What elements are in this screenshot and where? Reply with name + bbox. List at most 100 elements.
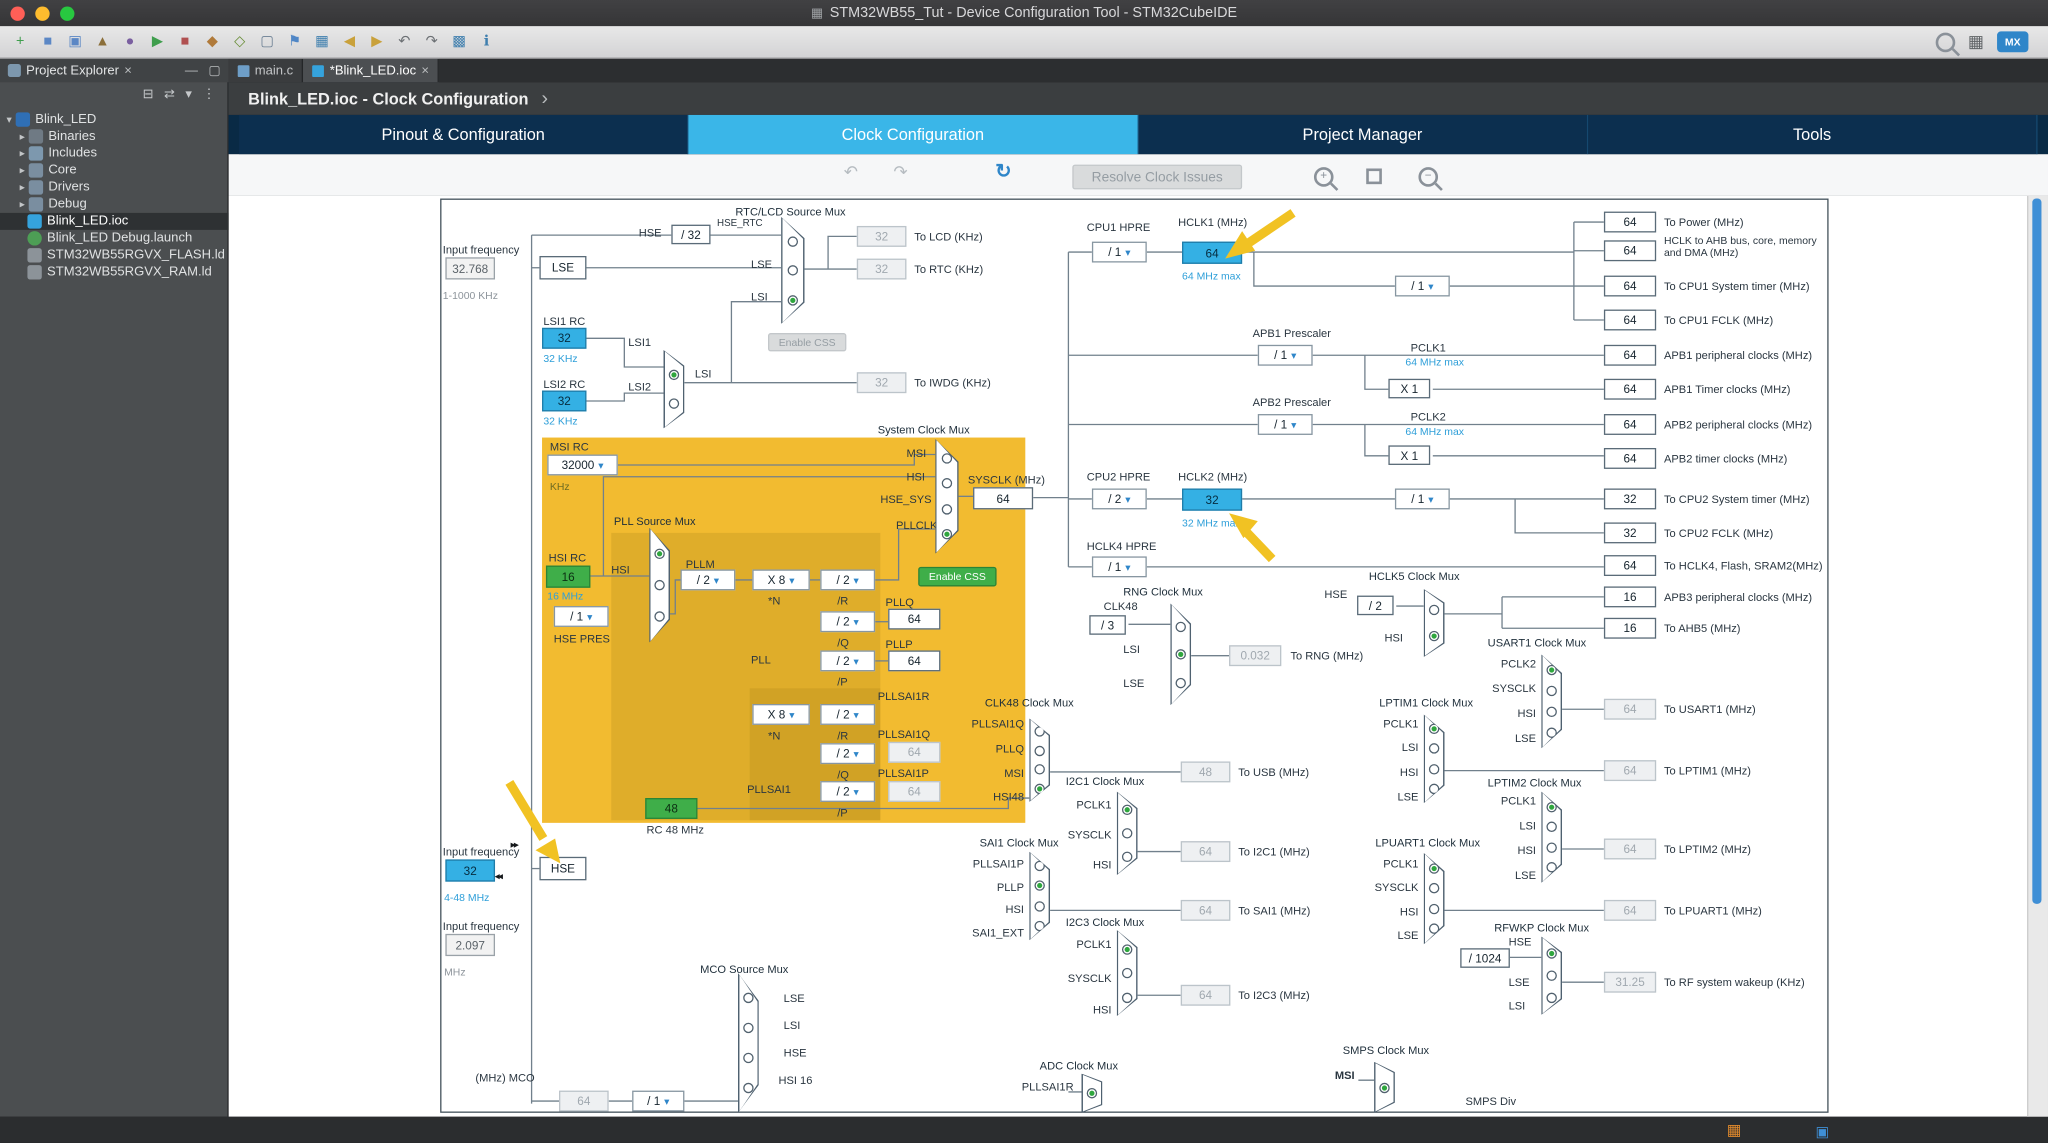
cpu1-systick-value[interactable]: 64 — [1604, 276, 1656, 297]
i2c3-out-value[interactable]: 64 — [1181, 985, 1231, 1006]
sysclk-value[interactable]: 64 — [973, 487, 1033, 509]
twisty-open-icon[interactable]: ▾ — [3, 114, 16, 126]
grid-icon[interactable]: ▦ — [310, 29, 335, 54]
apb1-timer-mult-box[interactable]: X 1 — [1388, 379, 1430, 399]
hclk4-value[interactable]: 64 — [1604, 555, 1656, 576]
redo-icon[interactable]: ↷ — [893, 162, 907, 183]
minimize-window-button[interactable] — [35, 6, 49, 20]
mux-radio[interactable] — [654, 611, 664, 621]
hse2-frequency-field[interactable]: 2.097 — [445, 934, 495, 956]
pllr-dropdown[interactable]: / 2 — [820, 569, 875, 590]
usb-out-value[interactable]: 48 — [1181, 761, 1231, 782]
tab-clock-configuration[interactable]: Clock Configuration — [689, 115, 1139, 154]
mco-out-value[interactable]: 64 — [559, 1091, 609, 1112]
zoom-fit-icon[interactable] — [1366, 168, 1382, 184]
lse-oscillator-box[interactable]: LSE — [539, 256, 586, 280]
mux-radio[interactable] — [1122, 828, 1132, 838]
mux-radio[interactable] — [1379, 1082, 1389, 1092]
mux-radio[interactable] — [1546, 822, 1556, 832]
minimize-view-icon[interactable]: — — [185, 63, 198, 77]
refresh-icon[interactable]: ↻ — [995, 159, 1011, 183]
mux-radio[interactable] — [743, 1053, 753, 1063]
mux-radio[interactable] — [1429, 883, 1439, 893]
mux-radio[interactable] — [1429, 904, 1439, 914]
cpu1-systick-divider-dropdown[interactable]: / 1 — [1395, 276, 1450, 297]
cpu2-fclk-value[interactable]: 32 — [1604, 522, 1656, 543]
mux-radio[interactable] — [1122, 944, 1132, 954]
zoom-in-icon[interactable]: + — [1314, 167, 1334, 187]
run-icon[interactable]: ▶ — [145, 29, 170, 54]
pllp-value[interactable]: 64 — [888, 650, 940, 671]
mux-radio[interactable] — [1034, 881, 1044, 891]
vertical-scrollbar[interactable] — [2027, 196, 2048, 1117]
rfwkp-out-value[interactable]: 31.25 — [1604, 972, 1656, 993]
mux-radio[interactable] — [942, 529, 952, 539]
mux-radio[interactable] — [942, 479, 952, 489]
pllsai1-p-dropdown[interactable]: / 2 — [820, 781, 875, 802]
hse-oscillator-box[interactable]: HSE — [539, 857, 586, 881]
cpu2-systick-divider-dropdown[interactable]: / 1 — [1395, 488, 1450, 509]
tree-item-project[interactable]: ▾ Blink_LED — [0, 111, 229, 128]
hclk5-divider-box[interactable]: / 2 — [1357, 596, 1394, 616]
flag-icon[interactable]: ⚑ — [282, 29, 307, 54]
twisty-closed-icon[interactable]: ▸ — [16, 131, 29, 143]
mux-radio[interactable] — [788, 236, 798, 246]
pllsai1p-value[interactable]: 64 — [888, 781, 940, 802]
mux-radio[interactable] — [1546, 686, 1556, 696]
hclk1-value[interactable]: 64 — [1182, 242, 1242, 264]
hse-pres-dropdown[interactable]: / 1 — [554, 606, 609, 627]
lptim1-out-value[interactable]: 64 — [1604, 760, 1656, 781]
lcd-clock-value[interactable]: 32 — [857, 226, 907, 247]
mux-radio[interactable] — [1034, 901, 1044, 911]
new-icon[interactable]: + — [8, 30, 33, 55]
pllsai1q-value[interactable]: 64 — [888, 742, 940, 763]
mux-radio[interactable] — [788, 265, 798, 275]
mux-radio[interactable] — [1176, 677, 1186, 687]
mux-radio[interactable] — [788, 295, 798, 305]
close-window-button[interactable] — [10, 6, 24, 20]
search-icon[interactable] — [1935, 32, 1955, 52]
lsi1-frequency-box[interactable]: 32 — [542, 328, 586, 349]
build-icon[interactable]: ▲ — [90, 30, 115, 55]
to-power-value[interactable]: 64 — [1604, 212, 1656, 233]
rfwkp-divider-box[interactable]: / 1024 — [1460, 948, 1510, 968]
tree-item-ram-ld[interactable]: STM32WB55RGVX_RAM.ld — [0, 264, 229, 281]
maximize-view-icon[interactable]: ▢ — [208, 63, 220, 77]
mux-radio[interactable] — [1546, 970, 1556, 980]
mux-radio[interactable] — [1429, 631, 1439, 641]
pllq-dropdown[interactable]: / 2 — [820, 611, 875, 632]
lsi2-frequency-box[interactable]: 32 — [542, 391, 586, 412]
mux-radio[interactable] — [1176, 621, 1186, 631]
new-file-icon[interactable]: ▢ — [255, 29, 280, 54]
tree-item-blink-led-ioc[interactable]: Blink_LED.ioc — [0, 213, 229, 230]
hclk-ahb-value[interactable]: 64 — [1604, 240, 1656, 261]
collapse-all-icon[interactable]: ⊟ — [143, 87, 154, 101]
chip-icon[interactable]: ▩ — [447, 29, 472, 54]
apb2-prescaler-dropdown[interactable]: / 1 — [1258, 414, 1313, 435]
pllq-value[interactable]: 64 — [888, 609, 940, 630]
mux-radio[interactable] — [669, 399, 679, 409]
twisty-closed-icon[interactable]: ▸ — [16, 182, 29, 194]
close-view-icon[interactable]: × — [124, 63, 132, 77]
mux-radio[interactable] — [1122, 992, 1132, 1002]
pllsai1-n-dropdown[interactable]: X 8 — [752, 704, 809, 725]
tree-item-core[interactable]: ▸ Core — [0, 162, 229, 179]
rc48-frequency-box[interactable]: 48 — [645, 798, 697, 819]
twisty-closed-icon[interactable]: ▸ — [16, 199, 29, 211]
mux-radio[interactable] — [1429, 605, 1439, 615]
scrollbar-thumb[interactable] — [2032, 199, 2041, 904]
profile-icon[interactable]: ◆ — [200, 29, 225, 54]
editor-tab-blink-led-ioc[interactable]: *Blink_LED.ioc × — [304, 59, 440, 83]
mux-radio[interactable] — [743, 1083, 753, 1093]
plln-dropdown[interactable]: X 8 — [752, 569, 809, 590]
apb1-prescaler-dropdown[interactable]: / 1 — [1258, 345, 1313, 366]
pllsai1-r-dropdown[interactable]: / 2 — [820, 704, 875, 725]
mux-radio[interactable] — [1429, 744, 1439, 754]
mux-radio[interactable] — [1122, 852, 1132, 862]
lptim2-out-value[interactable]: 64 — [1604, 839, 1656, 860]
pllm-dropdown[interactable]: / 2 — [680, 569, 735, 590]
twisty-closed-icon[interactable]: ▸ — [16, 148, 29, 160]
mux-radio[interactable] — [1034, 764, 1044, 774]
tab-tools[interactable]: Tools — [1588, 115, 2038, 154]
zoom-window-button[interactable] — [60, 6, 74, 20]
